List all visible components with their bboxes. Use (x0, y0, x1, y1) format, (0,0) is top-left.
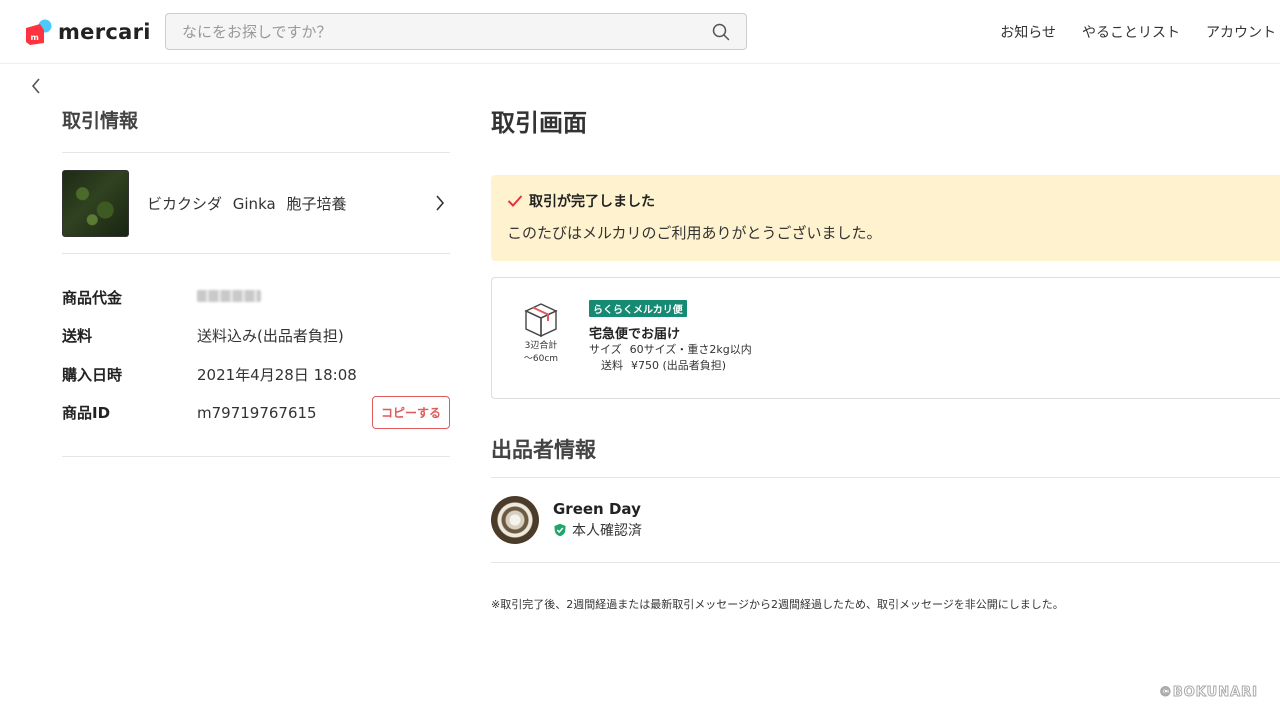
copy-id-button[interactable]: コピーする (372, 396, 450, 430)
price-row: 商品代金 (62, 278, 450, 317)
seller-avatar (491, 496, 539, 544)
nav-account[interactable]: アカウント (1206, 22, 1276, 42)
header-nav: お知らせ やることリスト アカウント (1000, 0, 1280, 64)
completion-banner: 取引が完了しました このたびはメルカリのご利用ありがとうございました。 (491, 175, 1280, 261)
watermark: ©BOKUNARI (1158, 685, 1258, 701)
shipping-fee-label: 送料 (62, 327, 93, 346)
search-icon[interactable] (712, 23, 730, 41)
box-caption-1: 3辺合計 (524, 341, 558, 351)
completion-heading: 取引が完了しました (507, 191, 1264, 211)
verified-shield-icon (554, 523, 566, 537)
check-icon (507, 195, 523, 207)
svg-text:m: m (31, 33, 39, 42)
fee-label: 送料 (601, 359, 623, 372)
box-icon (524, 303, 558, 338)
transaction-details: 商品代金 送料 送料込み(出品者負担) 購入日時 2021年4月28日 18:0… (62, 254, 450, 456)
purchase-date-row: 購入日時 2021年4月28日 18:08 (62, 355, 450, 394)
item-id-label: 商品ID (62, 404, 111, 423)
item-id-value: m79719767615 (197, 403, 317, 422)
seller-name: Green Day (553, 500, 641, 518)
size-line: サイズ 60サイズ・重さ2kg以内 (589, 342, 752, 358)
logo-text: mercari (58, 20, 151, 44)
item-id-row: 商品ID m79719767615 コピーする (62, 394, 450, 433)
nav-notifications[interactable]: お知らせ (1000, 22, 1056, 42)
box-caption-2: 〜60cm (523, 354, 559, 364)
purchase-date-value: 2021年4月28日 18:08 (197, 365, 357, 384)
site-header: m mercari お知らせ やることリスト アカウント (0, 0, 1280, 64)
item-thumbnail (62, 169, 129, 237)
transaction-info-title: 取引情報 (62, 110, 139, 132)
price-value-redacted (197, 288, 450, 306)
divider (491, 562, 1280, 563)
fee-line: 送料 ¥750 (出品者負担) (589, 358, 752, 374)
size-value: 60サイズ・重さ2kg以内 (629, 343, 752, 356)
mercari-logo[interactable]: m mercari (24, 16, 151, 48)
seller-info: Green Day 本人確認済 (553, 500, 642, 540)
search-bar[interactable] (165, 13, 747, 50)
message-notice: ※取引完了後、2週間経過または最新取引メッセージから2週間経過したため、取引メッ… (491, 598, 1064, 611)
chevron-left-icon (31, 78, 40, 94)
shipping-details: らくらくメルカリ便 宅急便でお届け サイズ 60サイズ・重さ2kg以内 送料 ¥75… (589, 298, 752, 374)
mercari-logo-icon: m (26, 19, 52, 45)
completion-heading-text: 取引が完了しました (529, 194, 655, 210)
chevron-right-icon (436, 195, 445, 211)
size-label: サイズ (589, 343, 622, 356)
shipping-fee-row: 送料 送料込み(出品者負担) (62, 317, 450, 356)
divider (62, 456, 450, 457)
seller-profile-link[interactable]: Green Day 本人確認済 (491, 478, 1280, 562)
shipping-fee-value: 送料込み(出品者負担) (197, 327, 344, 346)
box-size-area: 3辺合計 〜60cm (512, 300, 570, 366)
page-title: 取引画面 (491, 109, 587, 137)
transaction-main: 取引画面 取引が完了しました このたびはメルカリのご利用ありがとうございました。… (491, 100, 1280, 612)
search-input[interactable] (182, 22, 712, 41)
shipping-method: 宅急便でお届け (589, 327, 681, 342)
completion-message: このたびはメルカリのご利用ありがとうございました。 (507, 224, 882, 242)
rakuraku-badge: らくらくメルカリ便 (589, 300, 687, 317)
price-label: 商品代金 (62, 288, 123, 307)
verified-status: 本人確認済 (553, 520, 642, 540)
transaction-info-panel: 取引情報 ビカクシダ Ginka 胞子培養 商品代金 送料 送料込み(出品者負担… (62, 100, 450, 457)
purchase-date-label: 購入日時 (62, 365, 123, 384)
verified-text: 本人確認済 (572, 523, 642, 539)
nav-todo-list[interactable]: やることリスト (1082, 22, 1180, 42)
item-title: ビカクシダ Ginka 胞子培養 (147, 194, 347, 213)
back-button[interactable] (30, 76, 42, 100)
seller-info-title: 出品者情報 (491, 438, 596, 462)
item-link[interactable]: ビカクシダ Ginka 胞子培養 (62, 153, 450, 253)
shipping-method-card: 3辺合計 〜60cm らくらくメルカリ便 宅急便でお届け サイズ 60サイズ・重さ… (491, 277, 1280, 399)
fee-value: ¥750 (出品者負担) (631, 359, 727, 372)
